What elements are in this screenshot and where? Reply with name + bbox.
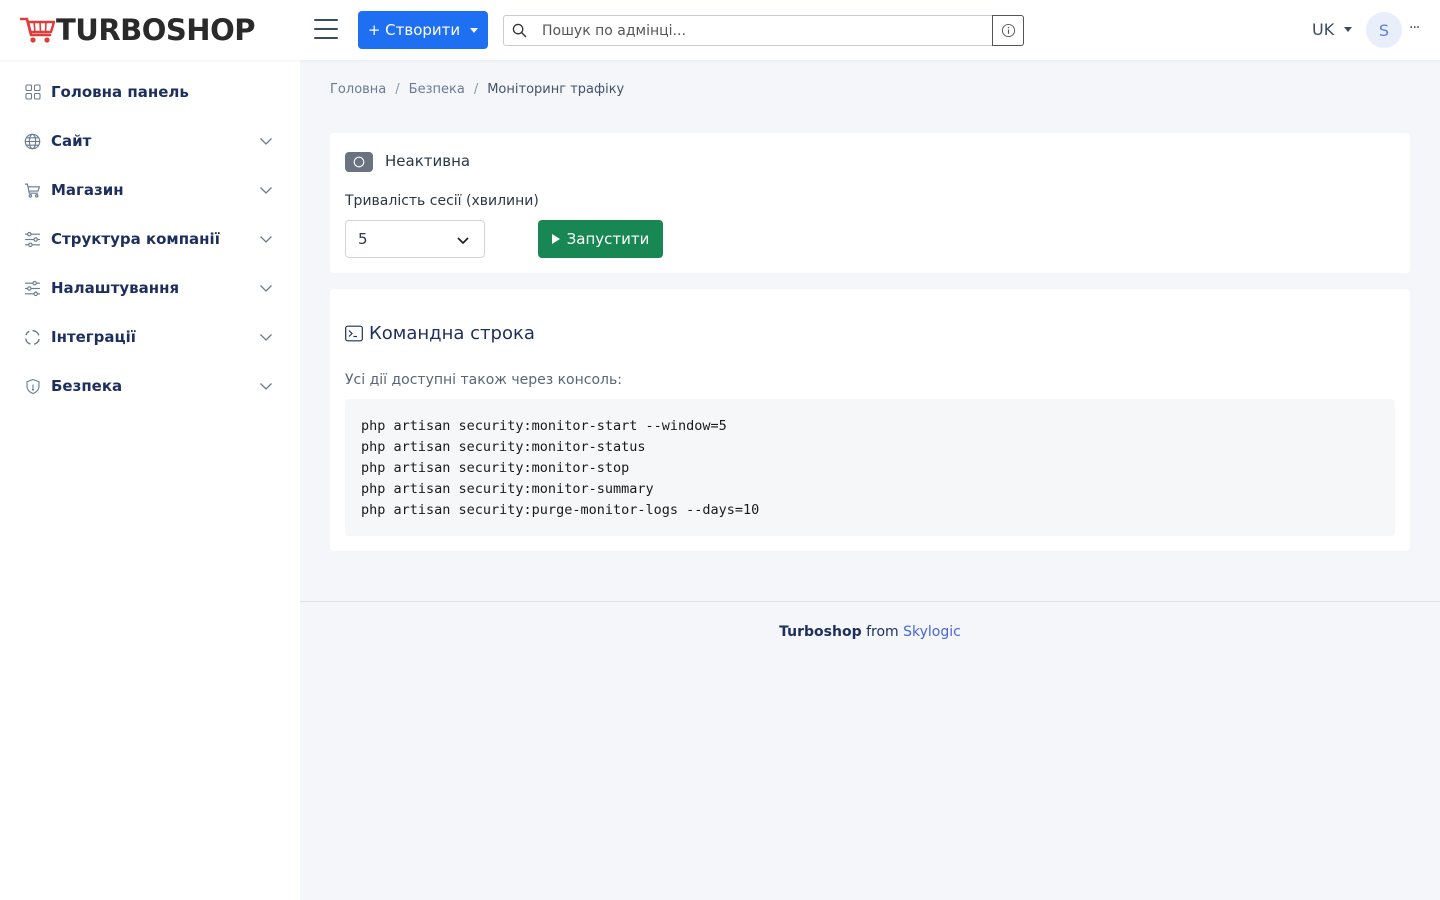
- create-button-label: + Створити: [367, 21, 461, 39]
- globe-icon: [24, 133, 41, 150]
- cli-title: Командна строка: [345, 323, 535, 344]
- sidebar-item-label: Сайт: [51, 132, 92, 150]
- menu-toggle-icon[interactable]: [314, 19, 338, 39]
- chevron-down-icon: [260, 187, 272, 194]
- code-line: php artisan security:monitor-status: [361, 439, 646, 455]
- chevron-down-icon: [260, 285, 272, 292]
- sidebar-item-site[interactable]: Сайт: [0, 121, 300, 161]
- code-line: php artisan security:purge-monitor-logs …: [361, 502, 760, 518]
- avatar[interactable]: S: [1366, 12, 1402, 48]
- chevron-down-icon: [457, 237, 469, 245]
- sidebar-item-dashboard[interactable]: Головна панель: [0, 72, 300, 112]
- logo-text: TURBOSHOP: [56, 13, 255, 47]
- status-badge: [345, 152, 373, 172]
- code-line: php artisan security:monitor-stop: [361, 460, 630, 476]
- cli-title-text: Командна строка: [369, 323, 535, 344]
- create-button[interactable]: + Створити: [358, 11, 488, 49]
- chevron-down-icon: [260, 236, 272, 243]
- logo[interactable]: TURBOSHOP: [20, 14, 255, 46]
- cart-logo-icon: [20, 17, 56, 43]
- cart-icon: [24, 182, 41, 199]
- duration-value: 5: [358, 230, 368, 248]
- search-icon: [504, 16, 534, 45]
- chevron-down-icon: [260, 334, 272, 341]
- code-block: php artisan security:monitor-start --win…: [345, 399, 1395, 536]
- settings-sliders-icon: [24, 280, 41, 297]
- cli-description: Усі дії доступні також через консоль:: [345, 372, 622, 388]
- sidebar-item-label: Магазин: [51, 181, 124, 199]
- info-icon[interactable]: [992, 15, 1024, 46]
- code-line: php artisan security:monitor-start --win…: [361, 418, 727, 434]
- sliders-icon: [24, 231, 41, 248]
- cli-card: Командна строка Усі дії доступні також ч…: [330, 289, 1410, 551]
- sidebar-item-settings[interactable]: Налаштування: [0, 268, 300, 308]
- sidebar-item-company-structure[interactable]: Структура компанії: [0, 219, 300, 259]
- language-label: UK: [1312, 20, 1335, 39]
- footer-brand: Turboshop: [779, 624, 862, 640]
- language-dropdown[interactable]: UK: [1312, 20, 1353, 39]
- play-icon: [551, 234, 560, 244]
- search-input[interactable]: [534, 16, 992, 45]
- sidebar: Головна панель Сайт Магазин Структура ко…: [0, 60, 300, 900]
- sidebar-item-label: Безпека: [51, 377, 123, 395]
- run-button[interactable]: Запустити: [538, 220, 663, 258]
- caret-down-icon: [470, 27, 479, 33]
- footer-company-link[interactable]: Skylogic: [903, 624, 961, 640]
- breadcrumb-home[interactable]: Головна: [330, 82, 386, 97]
- breadcrumb-security[interactable]: Безпека: [409, 82, 465, 97]
- sidebar-item-label: Головна панель: [51, 83, 189, 101]
- search-box: [503, 15, 1024, 46]
- more-icon[interactable]: ···: [1409, 20, 1420, 36]
- footer-divider: [300, 601, 1440, 602]
- sidebar-item-shop[interactable]: Магазин: [0, 170, 300, 210]
- terminal-icon: [345, 325, 363, 342]
- circle-icon: [353, 156, 365, 168]
- monitor-card: Неактивна Тривалість сесії (хвилини) 5 З…: [330, 133, 1410, 273]
- caret-down-icon: [1344, 27, 1353, 32]
- chevron-down-icon: [260, 383, 272, 390]
- breadcrumb: Головна / Безпека / Моніторинг трафіку: [330, 82, 625, 97]
- sidebar-item-label: Налаштування: [51, 279, 180, 297]
- footer: Turboshop from Skylogic: [300, 624, 1440, 640]
- run-button-label: Запустити: [566, 230, 650, 248]
- breadcrumb-current: Моніторинг трафіку: [487, 82, 625, 97]
- duration-label: Тривалість сесії (хвилини): [345, 193, 539, 209]
- shield-icon: [24, 378, 41, 395]
- sidebar-item-label: Структура компанії: [51, 230, 220, 248]
- integrations-icon: [24, 329, 41, 346]
- chevron-down-icon: [260, 138, 272, 145]
- top-header: TURBOSHOP + Створити UK S ···: [0, 0, 1440, 60]
- sidebar-item-security[interactable]: Безпека: [0, 366, 300, 406]
- sidebar-item-integrations[interactable]: Інтеграції: [0, 317, 300, 357]
- footer-from: from: [866, 624, 899, 640]
- duration-select[interactable]: 5: [345, 220, 485, 258]
- dashboard-icon: [24, 84, 41, 101]
- sidebar-item-label: Інтеграції: [51, 328, 136, 346]
- status-text: Неактивна: [385, 152, 471, 170]
- code-line: php artisan security:monitor-summary: [361, 481, 654, 497]
